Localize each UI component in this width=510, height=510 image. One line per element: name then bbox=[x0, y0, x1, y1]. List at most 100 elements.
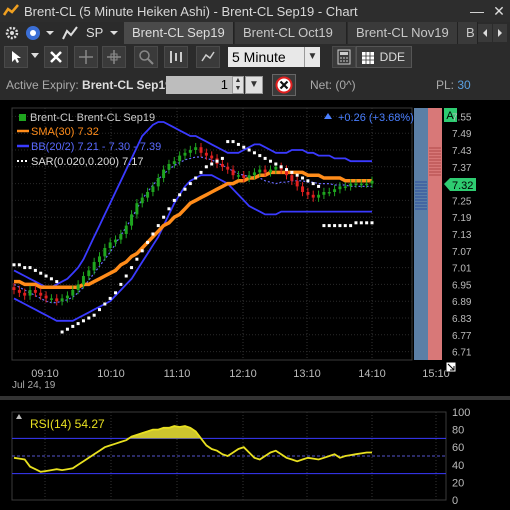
quantity-stepper[interactable]: ▲ ▼ bbox=[232, 76, 244, 94]
sar-dot bbox=[87, 316, 91, 320]
candle bbox=[87, 270, 91, 276]
candle bbox=[97, 256, 101, 262]
x-tick-label: 13:10 bbox=[293, 368, 321, 380]
candle bbox=[49, 298, 53, 300]
candle bbox=[81, 276, 85, 285]
chart-tools-icon[interactable] bbox=[60, 24, 80, 42]
sar-dot bbox=[258, 154, 262, 158]
symbol-dropdown-icon[interactable] bbox=[108, 24, 120, 42]
candle bbox=[247, 175, 251, 178]
price-scroll-track[interactable] bbox=[414, 108, 428, 360]
candle bbox=[226, 166, 230, 170]
crosshair-snap-button[interactable] bbox=[102, 46, 126, 68]
candle bbox=[365, 183, 369, 186]
calculator-button[interactable] bbox=[332, 46, 356, 68]
sar-dot bbox=[311, 182, 315, 186]
candle bbox=[322, 192, 326, 195]
candle bbox=[327, 192, 331, 194]
tab-scroll-right-icon[interactable] bbox=[493, 24, 507, 42]
tab-brent-oct19[interactable]: Brent-CL Oct19 bbox=[235, 22, 347, 44]
sar-dot bbox=[231, 140, 235, 144]
candle bbox=[12, 287, 16, 290]
sar-dot bbox=[349, 224, 353, 228]
sar-dot bbox=[279, 165, 283, 169]
settings-gear-icon[interactable] bbox=[4, 24, 20, 42]
sar-dot bbox=[359, 221, 363, 225]
sar-dot bbox=[354, 221, 358, 225]
sar-dot bbox=[172, 198, 176, 202]
y-tick-label: 7.43 bbox=[452, 146, 472, 157]
quantity-field[interactable]: 1 bbox=[166, 76, 232, 94]
delete-drawing-button[interactable] bbox=[44, 46, 68, 68]
candle bbox=[306, 192, 310, 195]
price-change: +0.26 (+3.68%) bbox=[338, 112, 414, 124]
price-scroll-thumb[interactable] bbox=[428, 108, 442, 360]
x-tick-label: 09:10 bbox=[31, 368, 59, 380]
candle bbox=[370, 180, 374, 184]
candle bbox=[258, 169, 262, 173]
tab-brent-more[interactable]: B bbox=[458, 22, 478, 44]
legend-main[interactable]: Brent-CL Brent-CL Sep19 bbox=[30, 112, 155, 124]
sar-dot bbox=[130, 266, 134, 270]
candle bbox=[119, 234, 123, 240]
legend-main-swatch bbox=[19, 114, 26, 121]
candle bbox=[220, 164, 224, 167]
candle bbox=[354, 183, 358, 186]
candle bbox=[188, 150, 192, 153]
legend-bb[interactable]: BB(20/2) 7.21 - 7.30 - 7.39 bbox=[31, 141, 161, 153]
sar-dot bbox=[194, 176, 198, 180]
sar-dot bbox=[114, 291, 118, 295]
sar-dot bbox=[17, 263, 21, 267]
close-window-button[interactable]: ✕ bbox=[490, 2, 508, 20]
pointer-tool-button[interactable] bbox=[4, 46, 28, 68]
sar-dot bbox=[204, 165, 208, 169]
rsi-collapse-icon[interactable] bbox=[16, 414, 22, 419]
y-tick-label: 7.19 bbox=[452, 213, 472, 224]
tab-brent-sep19[interactable]: Brent-CL Sep19 bbox=[124, 22, 234, 44]
candle bbox=[146, 192, 150, 198]
sar-dot bbox=[301, 176, 305, 180]
rsi-chart[interactable]: 100 80 60 40 20 0 RSI(14) 54.27 bbox=[0, 400, 510, 510]
tab-scroll-left-icon[interactable] bbox=[478, 24, 492, 42]
bar-type-button[interactable] bbox=[164, 46, 188, 68]
legend-sar[interactable]: SAR(0.020,0.200) 7.17 bbox=[31, 156, 144, 168]
candle bbox=[194, 147, 198, 150]
candle bbox=[162, 169, 166, 178]
tab-brent-nov19[interactable]: Brent-CL Nov19 bbox=[348, 22, 458, 44]
date-label: Jul 24, 19 bbox=[12, 380, 56, 391]
price-chart[interactable]: A 7.557.497.437.377.317.257.197.137.077.… bbox=[0, 100, 510, 396]
timeframe-dropdown-icon[interactable]: ▼ bbox=[304, 47, 320, 67]
indicators-button[interactable] bbox=[196, 46, 220, 68]
price-chart-pane[interactable]: A 7.557.497.437.377.317.257.197.137.077.… bbox=[0, 100, 510, 396]
pointer-dropdown-icon[interactable] bbox=[30, 46, 40, 64]
sar-dot bbox=[167, 207, 171, 211]
candle bbox=[231, 169, 235, 176]
net-position: Net: (0^) bbox=[310, 78, 356, 92]
candle bbox=[33, 290, 37, 293]
sar-dot bbox=[103, 302, 107, 306]
sar-dot bbox=[285, 168, 289, 172]
link-dropdown-icon[interactable] bbox=[44, 24, 56, 42]
sar-dot bbox=[274, 162, 278, 166]
legend-rsi[interactable]: RSI(14) 54.27 bbox=[30, 417, 105, 431]
cancel-orders-button[interactable] bbox=[272, 74, 296, 96]
zoom-in-button[interactable] bbox=[134, 46, 158, 68]
sar-dot bbox=[71, 324, 75, 328]
legend-sma[interactable]: SMA(30) 7.32 bbox=[31, 126, 99, 138]
quantity-dropdown-icon[interactable]: ▼ bbox=[245, 76, 263, 94]
y-tick-label: 6.71 bbox=[452, 348, 472, 359]
active-expiry: Active Expiry: Brent-CL Sep19 bbox=[6, 78, 172, 92]
sar-dot bbox=[55, 280, 59, 284]
dde-button[interactable]: DDE bbox=[356, 46, 412, 68]
sar-dot bbox=[39, 271, 43, 275]
symbol-selector[interactable]: SP bbox=[86, 24, 103, 42]
toolbar-row-1: SP Brent-CL Sep19 Brent-CL Oct19 Brent-C… bbox=[0, 22, 510, 44]
y-tick-label: 7.01 bbox=[452, 264, 472, 275]
link-group-icon[interactable] bbox=[24, 24, 42, 42]
candle bbox=[108, 242, 112, 248]
sar-dot bbox=[49, 277, 53, 281]
rsi-pane[interactable]: 100 80 60 40 20 0 RSI(14) 54.27 bbox=[0, 400, 510, 510]
y-tick-label: 6.89 bbox=[452, 297, 472, 308]
minimize-button[interactable]: — bbox=[468, 2, 486, 20]
crosshair-button[interactable] bbox=[74, 46, 98, 68]
